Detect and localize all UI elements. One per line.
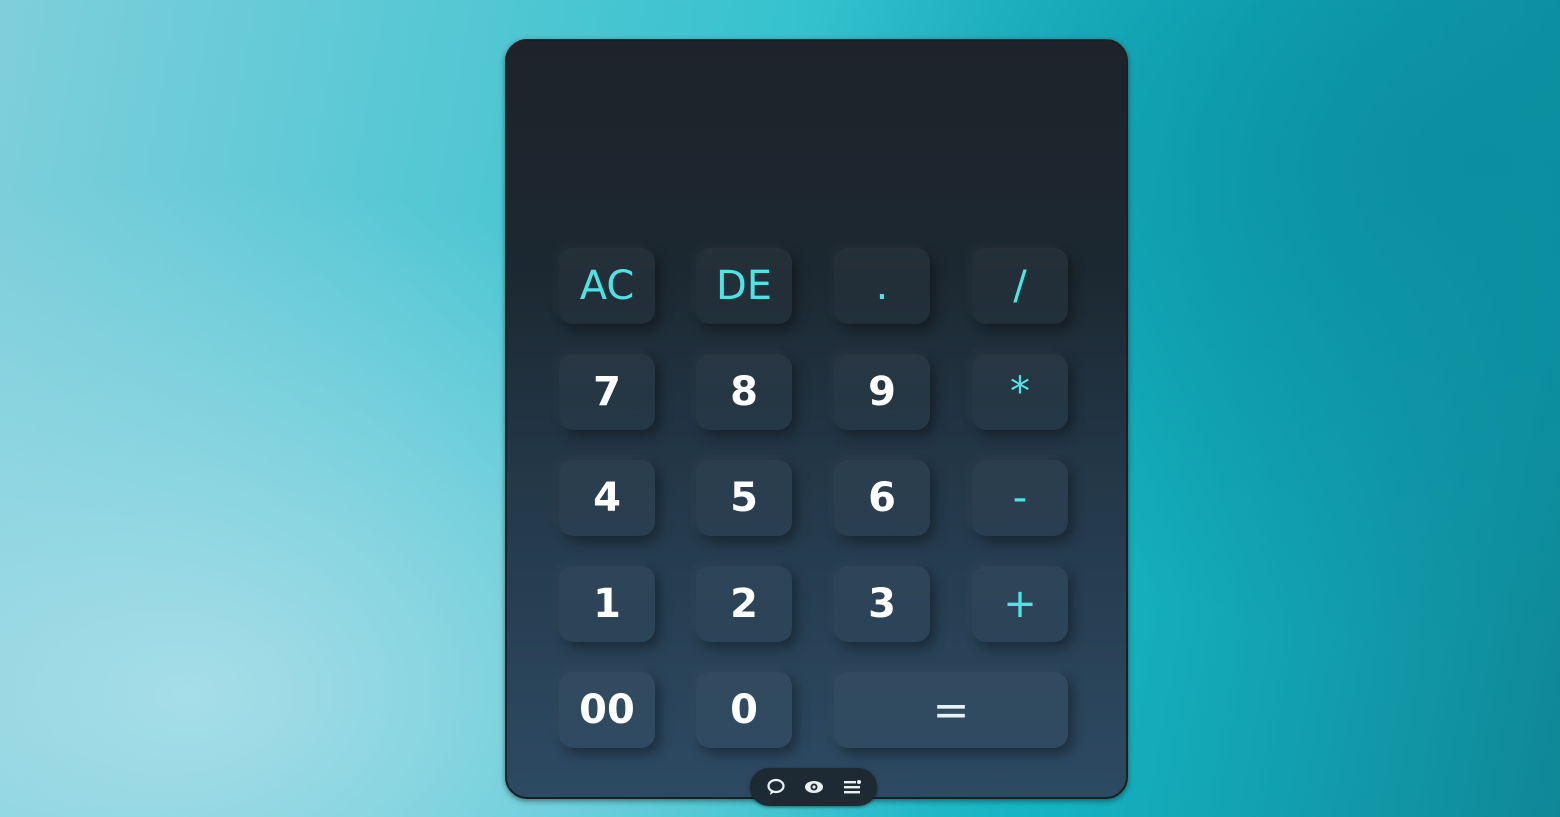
calculator-window: AC DE . / 7 8 9 * 4 5 6 - 1 2 3 + 00 0 = (505, 39, 1128, 799)
equals-button[interactable]: = (834, 672, 1068, 748)
taskbar-pill (750, 768, 877, 806)
minus-button[interactable]: - (972, 460, 1068, 536)
eye-icon[interactable] (803, 776, 825, 798)
multiply-button[interactable]: * (972, 354, 1068, 430)
digit-5-button[interactable]: 5 (696, 460, 792, 536)
digit-4-button[interactable]: 4 (559, 460, 655, 536)
decimal-button[interactable]: . (834, 248, 930, 324)
clear-all-button[interactable]: AC (559, 248, 655, 324)
divide-button[interactable]: / (972, 248, 1068, 324)
digit-3-button[interactable]: 3 (834, 566, 930, 642)
double-zero-button[interactable]: 00 (559, 672, 655, 748)
digit-7-button[interactable]: 7 (559, 354, 655, 430)
digit-6-button[interactable]: 6 (834, 460, 930, 536)
digit-2-button[interactable]: 2 (696, 566, 792, 642)
delete-button[interactable]: DE (696, 248, 792, 324)
digit-1-button[interactable]: 1 (559, 566, 655, 642)
calculator-display (537, 81, 1096, 231)
digit-8-button[interactable]: 8 (696, 354, 792, 430)
plus-button[interactable]: + (972, 566, 1068, 642)
digit-0-button[interactable]: 0 (696, 672, 792, 748)
list-icon[interactable] (841, 776, 863, 798)
chat-bubble-icon[interactable] (765, 776, 787, 798)
digit-9-button[interactable]: 9 (834, 354, 930, 430)
